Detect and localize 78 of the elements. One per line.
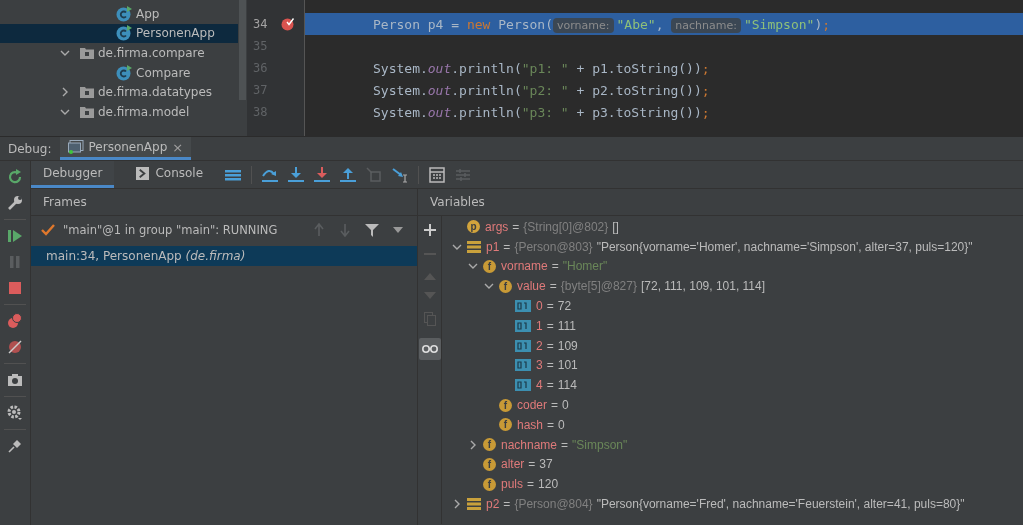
rerun-icon[interactable]	[7, 169, 23, 185]
primitive-icon	[515, 339, 531, 352]
class-icon	[116, 64, 132, 81]
wrench-icon[interactable]	[7, 195, 23, 211]
debug-session-tab[interactable]: PersonenApp ×	[59, 137, 192, 160]
debugger-tab[interactable]: Debugger	[31, 161, 115, 188]
code-line: System.out.println("p2: " + p2.toString());	[373, 82, 710, 98]
close-icon[interactable]: ×	[172, 139, 184, 155]
breakpoints-icon[interactable]	[7, 313, 23, 329]
variable-entry[interactable]: value = {byte[5]@827} [72, 111, 109, 101, 114]	[517, 279, 766, 294]
class-icon	[116, 25, 132, 42]
folder-icon	[80, 86, 94, 99]
variable-entry[interactable]: 3 = 101	[536, 358, 578, 373]
step-into-icon[interactable]	[288, 166, 305, 183]
console-icon	[136, 166, 150, 180]
force-step-into-icon[interactable]	[314, 166, 331, 183]
panel-title: Frames	[43, 195, 87, 209]
variable-entry[interactable]: hash = 0	[517, 417, 565, 432]
tree-item[interactable]: App	[136, 6, 160, 21]
add-icon[interactable]	[423, 224, 436, 236]
code-line: System.out.println("p3: " + p3.toString());	[373, 104, 710, 120]
mute-breakpoints-icon[interactable]	[7, 339, 23, 355]
thread-dropdown[interactable]: "main"@1 in group "main": RUNNING	[63, 223, 278, 237]
code-line: System.out.println("p1: " + p1.toString());	[373, 60, 710, 76]
calculator-icon[interactable]	[429, 166, 446, 183]
variable-entry[interactable]: 2 = 109	[536, 338, 578, 353]
filter-icon[interactable]	[365, 223, 379, 237]
field-icon: f	[483, 438, 496, 452]
variable-entry[interactable]: vorname = "Homer"	[501, 259, 608, 274]
variable-entry[interactable]: 4 = 114	[536, 378, 577, 393]
variable-entry[interactable]: args = {String[0]@802} []	[485, 219, 619, 234]
camera-icon[interactable]	[7, 372, 23, 388]
stop-icon[interactable]	[7, 280, 23, 296]
parameter-icon: p	[467, 220, 480, 234]
code-line: Person p4 = new Person( vorname: "Abe", nachname: "Simpson");	[373, 16, 831, 32]
field-icon: f	[483, 457, 496, 471]
stack-frame[interactable]: main:34, PersonenApp (de.firma)	[31, 246, 417, 266]
primitive-icon	[515, 319, 531, 332]
checkmark-icon	[41, 224, 55, 236]
run-to-cursor-icon[interactable]	[392, 166, 409, 183]
field-icon: f	[499, 418, 512, 432]
primitive-icon	[515, 379, 531, 392]
variable-entry[interactable]: 1 = 111	[536, 318, 576, 333]
field-icon: f	[499, 279, 512, 293]
breakpoint-icon[interactable]	[281, 17, 295, 31]
debug-label: Debug:	[7, 141, 53, 156]
class-icon	[116, 5, 132, 22]
folder-icon	[80, 47, 94, 59]
variable-entry[interactable]: coder = 0	[517, 398, 569, 413]
console-tab[interactable]: Console	[124, 161, 216, 188]
glasses-icon[interactable]	[418, 338, 441, 360]
field-icon: f	[499, 398, 512, 412]
pin-icon[interactable]	[7, 438, 23, 454]
tree-item[interactable]: de.firma.compare	[98, 46, 205, 60]
object-icon	[467, 239, 481, 254]
folder-icon	[80, 105, 94, 118]
tree-item[interactable]: de.firma.model	[98, 104, 190, 119]
scrollbar-thumb[interactable]	[239, 0, 246, 100]
variable-entry[interactable]: puls = 120	[501, 477, 559, 492]
field-icon: f	[483, 477, 496, 491]
window-icon	[67, 140, 84, 154]
panel-title: Variables	[430, 195, 485, 209]
step-out-icon[interactable]	[340, 166, 357, 183]
primitive-icon	[515, 300, 531, 313]
variable-entry[interactable]: nachname = "Simpson"	[501, 437, 628, 452]
variable-entry[interactable]: p1 = {Person@803} "Person{vorname='Homer', nachname='Simpson', alter=37, puls=120}"	[486, 239, 973, 254]
object-icon	[467, 497, 481, 512]
variable-entry[interactable]: 0 = 72	[536, 299, 572, 314]
settings-icon[interactable]	[7, 405, 23, 421]
field-icon: f	[483, 260, 496, 273]
primitive-icon	[515, 359, 531, 372]
variable-entry[interactable]: p2 = {Person@804} "Person{vorname='Fred', nachname='Feuerstein', alter=41, puls=80}"	[486, 497, 965, 512]
tree-item[interactable]: de.firma.datatypes	[98, 85, 213, 100]
resume-icon[interactable]	[7, 228, 23, 244]
tree-item[interactable]: Compare	[136, 65, 191, 80]
variable-entry[interactable]: alter = 37	[501, 457, 553, 472]
dropdown-arrow-icon[interactable]	[393, 227, 403, 233]
line-number: 34	[253, 17, 269, 31]
